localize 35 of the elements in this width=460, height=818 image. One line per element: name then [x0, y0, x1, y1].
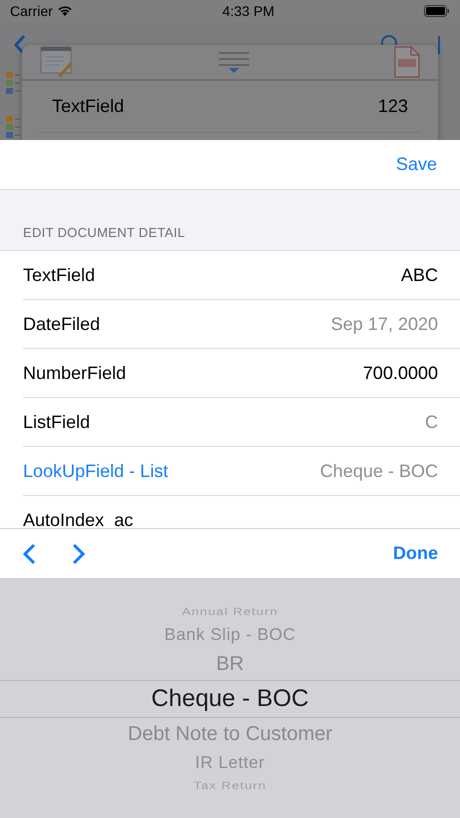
picker-option[interactable]: Cheque - BOC: [0, 680, 460, 718]
field-value: 700.0000: [362, 362, 438, 384]
edit-form-icon[interactable]: [40, 46, 74, 78]
field-value: Cheque - BOC: [320, 460, 438, 483]
form-row[interactable]: DateFiled Sep 17, 2020: [23, 300, 460, 349]
pdf-file-icon[interactable]: [394, 46, 420, 78]
picker-option[interactable]: IR Letter: [0, 750, 460, 776]
battery-icon: [424, 5, 450, 17]
wifi-icon: [56, 5, 73, 17]
done-button[interactable]: Done: [393, 540, 438, 567]
carrier-label: Carrier: [10, 2, 53, 20]
field-value: Sep 17, 2020: [330, 312, 438, 336]
picker-option[interactable]: Bank Slip - BOC: [0, 622, 460, 648]
field-label: NumberField: [23, 362, 126, 384]
previous-chevron-icon[interactable]: [22, 542, 36, 564]
field-label: ListField: [23, 410, 90, 434]
back-chevron-icon[interactable]: [14, 34, 26, 56]
status-time: 4:33 PM: [222, 2, 274, 20]
field-label: AutoIndex_ac: [23, 508, 134, 528]
field-value: 123: [378, 95, 408, 118]
section-header: EDIT DOCUMENT DETAIL: [23, 224, 186, 242]
save-button[interactable]: Save: [396, 151, 437, 178]
field-label: DateFiled: [23, 312, 100, 336]
form-row[interactable]: LookUpField - List Cheque - BOC: [23, 447, 460, 496]
field-value: C: [425, 410, 438, 434]
field-value: ABC: [400, 264, 438, 286]
field-label: TextField: [52, 95, 124, 118]
form-row[interactable]: NumberField 700.0000: [23, 349, 460, 398]
field-label: TextField: [23, 264, 96, 286]
next-chevron-icon[interactable]: [72, 542, 86, 564]
field-label: LookUpField - List: [23, 460, 168, 483]
form-row[interactable]: ListField C: [23, 398, 460, 447]
picker-option[interactable]: BR: [0, 648, 460, 680]
picker-option[interactable]: Debt Note to Customer: [0, 718, 460, 750]
form-row[interactable]: TextField ABC: [23, 251, 460, 300]
